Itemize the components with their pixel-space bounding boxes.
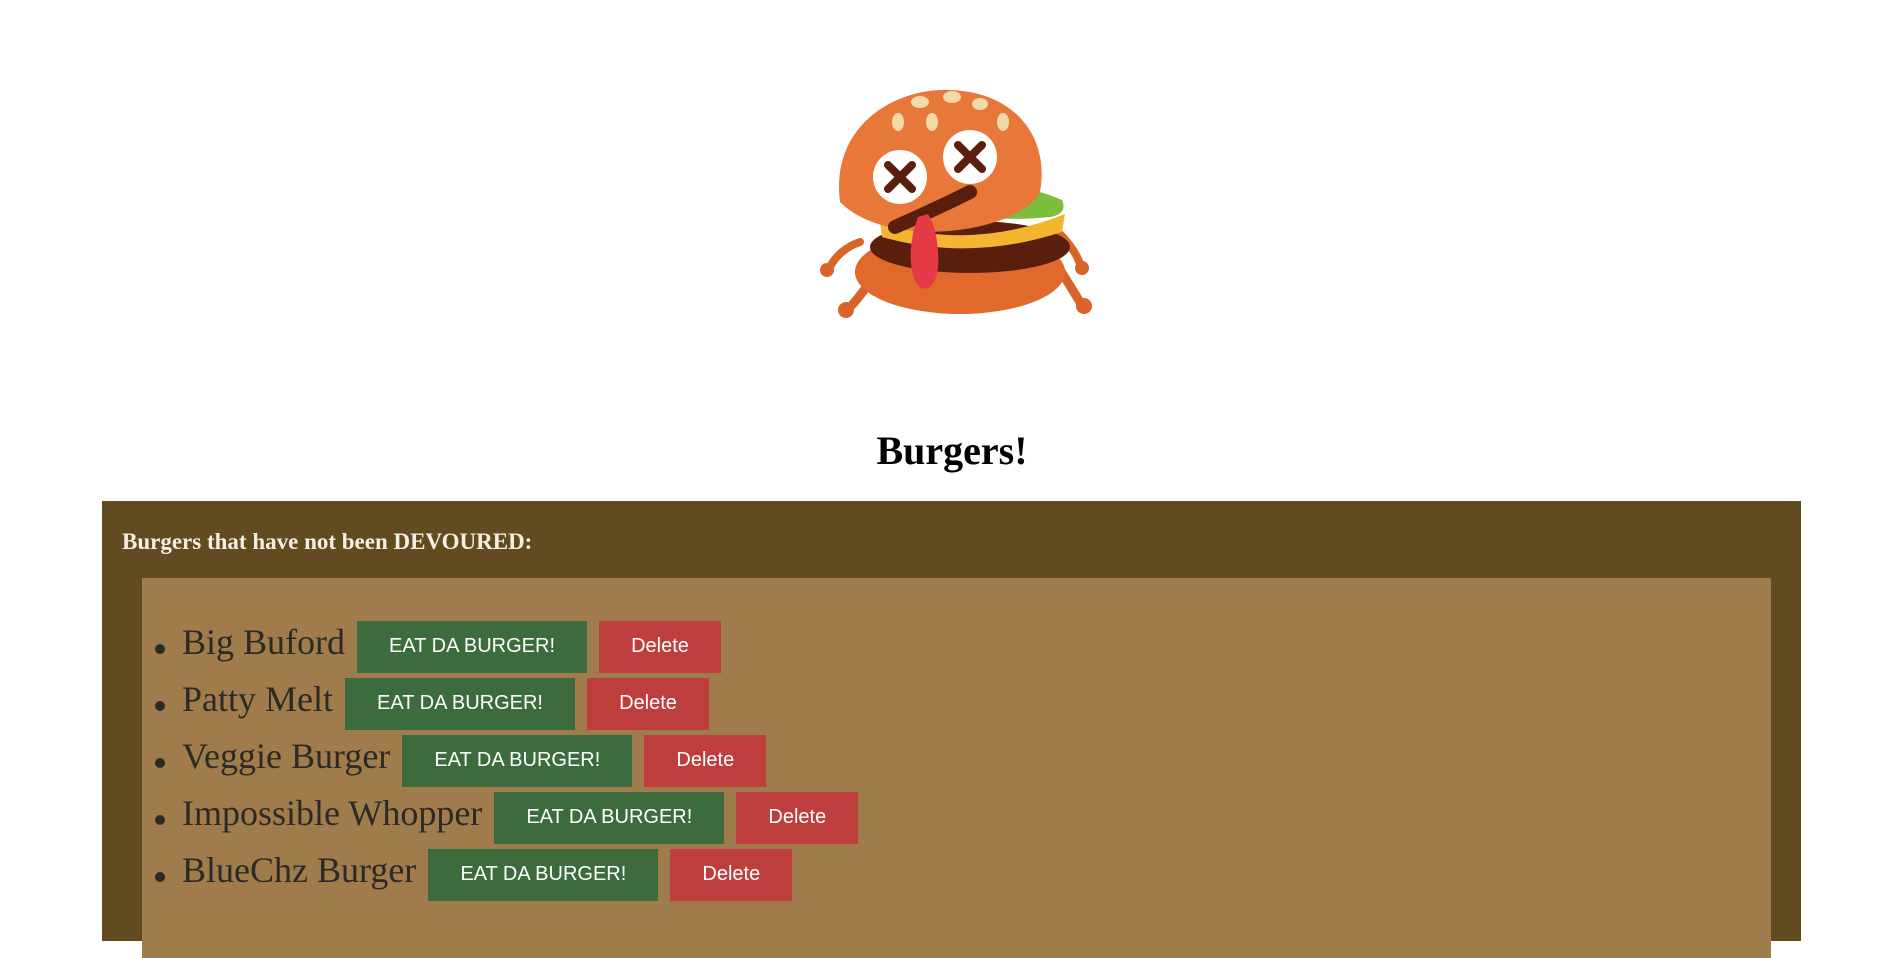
delete-button[interactable]: Delete	[736, 791, 859, 844]
list-item: Veggie Burger EAT DA BURGER! Delete	[152, 732, 858, 789]
bullet-icon	[155, 643, 165, 654]
burger-name: Impossible Whopper	[182, 792, 483, 833]
bullet-icon	[155, 814, 165, 825]
bullet-icon	[155, 757, 165, 768]
burger-name: BlueChz Burger	[182, 849, 417, 890]
hero-header	[0, 0, 1904, 500]
burger-name: Patty Melt	[182, 678, 333, 719]
dizzy-burger-mascot-icon	[820, 89, 1092, 318]
eat-burger-button[interactable]: EAT DA BURGER!	[402, 734, 633, 787]
burger-name: Big Buford	[182, 621, 346, 662]
burger-list: Big Buford EAT DA BURGER! Delete Patty M…	[152, 618, 859, 903]
panel-heading: Burgers that have not been DEVOURED:	[122, 529, 533, 554]
undevoured-panel: Burgers that have not been DEVOURED: Big…	[102, 501, 1801, 958]
list-item: BlueChz Burger EAT DA BURGER! Delete	[152, 846, 858, 903]
eat-burger-button[interactable]: EAT DA BURGER!	[494, 791, 725, 844]
eat-burger-button[interactable]: EAT DA BURGER!	[357, 620, 588, 673]
eat-burger-button[interactable]: EAT DA BURGER!	[345, 677, 575, 730]
burger-name: Veggie Burger	[182, 735, 391, 776]
list-item: Patty Melt EAT DA BURGER! Delete	[152, 675, 858, 732]
delete-button[interactable]: Delete	[670, 848, 793, 901]
list-item: Impossible Whopper EAT DA BURGER! Delete	[152, 789, 859, 846]
page-title: Burgers!	[876, 428, 1028, 473]
eat-burger-button[interactable]: EAT DA BURGER!	[428, 848, 659, 901]
bullet-icon	[155, 871, 165, 882]
delete-button[interactable]: Delete	[599, 620, 722, 673]
delete-button[interactable]: Delete	[644, 734, 767, 787]
burger-list-container: Big Buford EAT DA BURGER! Delete Patty M…	[142, 578, 1771, 958]
delete-button[interactable]: Delete	[587, 677, 709, 730]
list-item: Big Buford EAT DA BURGER! Delete	[152, 618, 858, 675]
bullet-icon	[155, 700, 165, 711]
